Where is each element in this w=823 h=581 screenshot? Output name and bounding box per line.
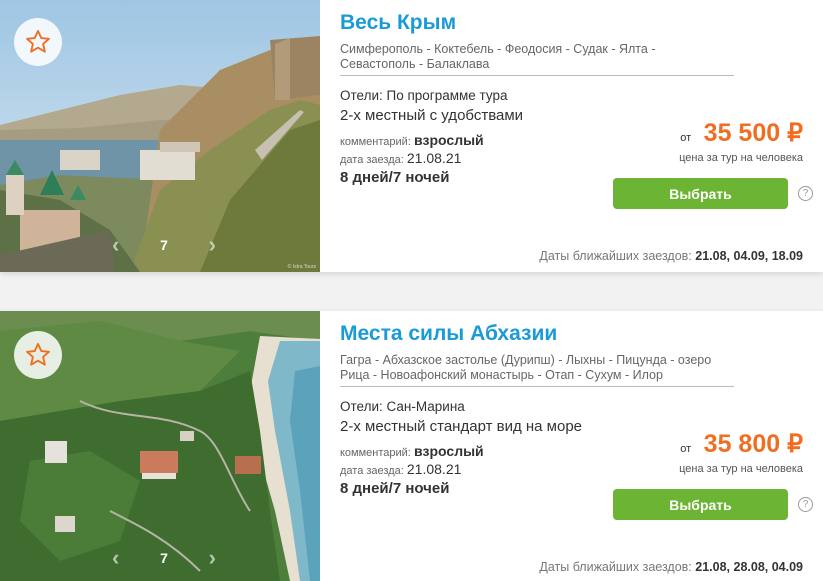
tour-duration: 8 дней/7 ночей bbox=[340, 480, 450, 497]
upcoming-dates: Даты ближайших заездов: 21.08, 28.08, 04… bbox=[539, 560, 803, 574]
tour-title[interactable]: Места силы Абхазии bbox=[340, 322, 557, 346]
tour-comment: комментарий: взрослый bbox=[340, 443, 484, 459]
tour-hotels: Отели: Сан-Марина bbox=[340, 399, 465, 414]
tour-route: Гагра - Абхазское застолье (Дурипш) - Лы… bbox=[340, 353, 734, 387]
photo-credit: © Istra Tours bbox=[287, 264, 316, 270]
upcoming-values: 21.08, 28.08, 04.09 bbox=[695, 560, 803, 574]
star-outline-icon bbox=[26, 342, 50, 366]
chevron-right-icon[interactable]: › bbox=[209, 545, 216, 571]
price-block: от 35 800 ₽ bbox=[680, 429, 803, 459]
select-button[interactable]: Выбрать bbox=[613, 489, 788, 520]
photo-nav: ‹ 7 › bbox=[112, 232, 216, 258]
tour-duration: 8 дней/7 ночей bbox=[340, 169, 450, 186]
comment-label: комментарий: bbox=[340, 136, 411, 148]
comment-value: взрослый bbox=[413, 443, 484, 459]
tour-hotels: Отели: По программе тура bbox=[340, 88, 508, 103]
photo-count: 7 bbox=[160, 550, 168, 566]
favorite-button[interactable] bbox=[14, 331, 62, 379]
photo-count: 7 bbox=[160, 237, 168, 253]
tour-room: 2-х местный с удобствами bbox=[340, 107, 524, 124]
date-label: дата заезда: bbox=[340, 465, 404, 477]
upcoming-label: Даты ближайших заездов: bbox=[539, 560, 692, 574]
star-outline-icon bbox=[26, 29, 50, 53]
tour-date: дата заезда: 21.08.21 bbox=[340, 461, 461, 477]
comment-value: взрослый bbox=[413, 132, 484, 148]
upcoming-values: 21.08, 04.09, 18.09 bbox=[695, 249, 803, 263]
tour-card: ‹ 7 › © Istra Tours Весь Крым Симферопол… bbox=[0, 0, 823, 272]
photo-nav: ‹ 7 › bbox=[112, 545, 216, 571]
price-value: 35 800 ₽ bbox=[703, 430, 803, 458]
chevron-right-icon[interactable]: › bbox=[209, 232, 216, 258]
date-label: дата заезда: bbox=[340, 154, 404, 166]
date-value: 21.08.21 bbox=[406, 461, 462, 477]
upcoming-label: Даты ближайших заездов: bbox=[539, 249, 692, 263]
price-note: цена за тур на человека bbox=[679, 463, 803, 475]
comment-label: комментарий: bbox=[340, 447, 411, 459]
price-prefix: от bbox=[680, 443, 692, 455]
favorite-button[interactable] bbox=[14, 18, 62, 66]
price-value: 35 500 ₽ bbox=[703, 119, 803, 147]
question-circle-icon[interactable]: ? bbox=[798, 186, 813, 201]
price-block: от 35 500 ₽ bbox=[680, 118, 803, 148]
tour-photo[interactable]: ‹ 7 › bbox=[0, 311, 320, 581]
question-circle-icon[interactable]: ? bbox=[798, 497, 813, 512]
select-button[interactable]: Выбрать bbox=[613, 178, 788, 209]
tour-room: 2-х местный стандарт вид на море bbox=[340, 418, 583, 435]
tour-route: Симферополь - Коктебель - Феодосия - Суд… bbox=[340, 42, 734, 76]
tour-card: ‹ 7 › Места силы Абхазии Гагра - Абхазск… bbox=[0, 311, 823, 581]
tour-comment: комментарий: взрослый bbox=[340, 132, 484, 148]
date-value: 21.08.21 bbox=[406, 150, 462, 166]
tour-title[interactable]: Весь Крым bbox=[340, 11, 456, 35]
upcoming-dates: Даты ближайших заездов: 21.08, 04.09, 18… bbox=[539, 249, 803, 263]
price-prefix: от bbox=[680, 132, 692, 144]
tour-photo[interactable]: ‹ 7 › © Istra Tours bbox=[0, 0, 320, 272]
chevron-left-icon[interactable]: ‹ bbox=[112, 545, 119, 571]
price-note: цена за тур на человека bbox=[679, 152, 803, 164]
chevron-left-icon[interactable]: ‹ bbox=[112, 232, 119, 258]
tour-date: дата заезда: 21.08.21 bbox=[340, 150, 461, 166]
